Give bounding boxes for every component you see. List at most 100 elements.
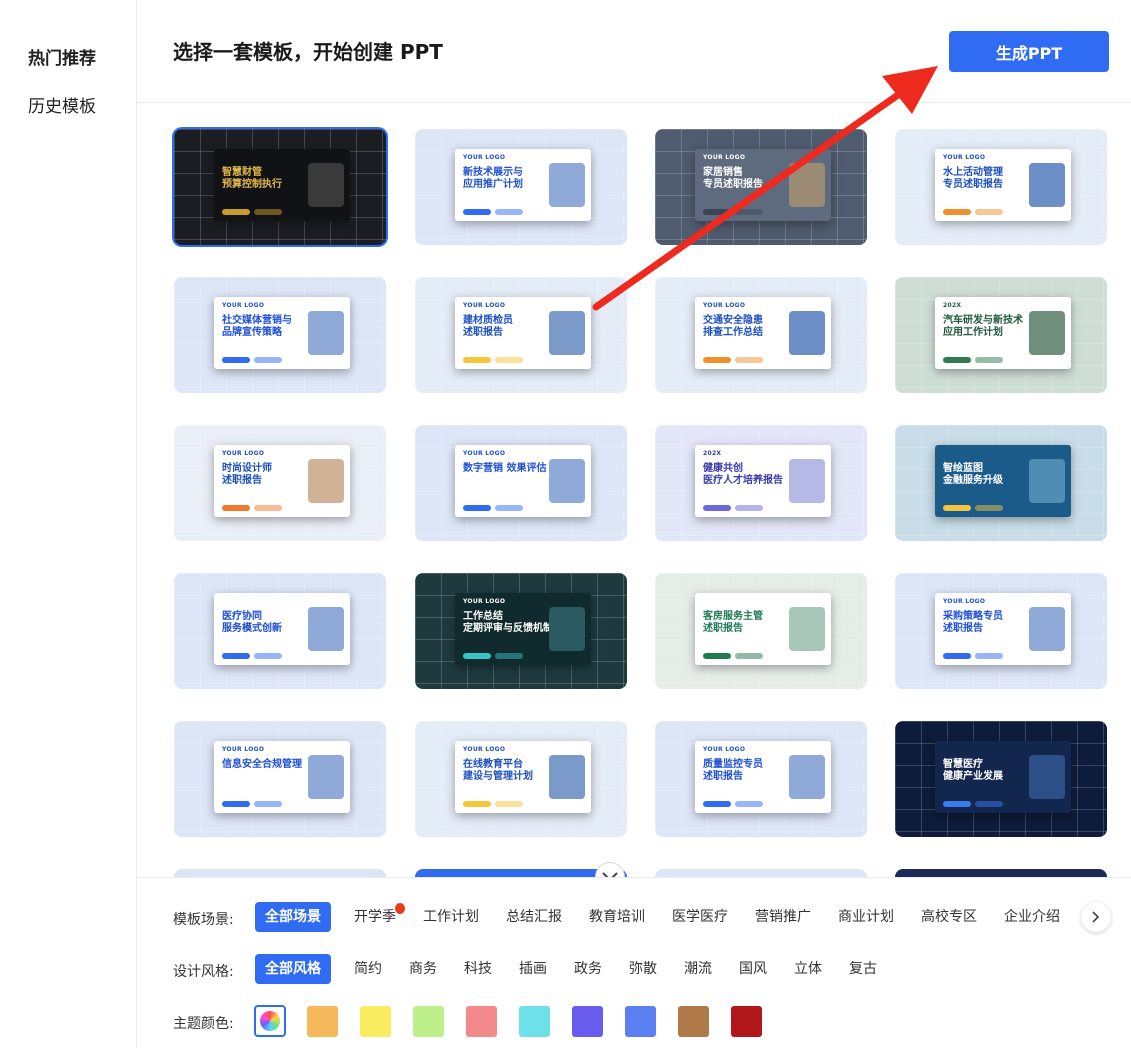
- scene-chip[interactable]: 开学季: [354, 902, 405, 932]
- template-title: 智绘蓝图 金融服务升级: [943, 463, 1003, 486]
- template-card[interactable]: 医疗协同 服务模式创新: [174, 573, 386, 689]
- scene-chip[interactable]: 企业介绍: [1004, 902, 1060, 932]
- template-photo: [789, 755, 825, 799]
- template-cover-slide: YOUR LOGO 社交媒体营销与 品牌宣传策略: [214, 297, 350, 369]
- scene-chip[interactable]: 教育培训: [589, 902, 645, 932]
- template-card[interactable]: 202X 汽车研发与新技术 应用工作计划: [895, 277, 1107, 393]
- color-swatch[interactable]: [360, 1006, 391, 1037]
- hot-badge-icon: [395, 903, 405, 914]
- template-cover-slide: 医疗协同 服务模式创新: [214, 593, 350, 665]
- template-cover-slide: 202X 汽车研发与新技术 应用工作计划: [935, 297, 1071, 369]
- template-cover-slide: YOUR LOGO 建材质检员 述职报告: [455, 297, 591, 369]
- template-card[interactable]: YOUR LOGO 数字营销 效果评估: [415, 425, 627, 541]
- template-card[interactable]: YOUR LOGO 采购策略专员 述职报告: [895, 573, 1107, 689]
- style-chip[interactable]: 弥散: [629, 954, 657, 984]
- template-pill: [975, 209, 1003, 215]
- template-card[interactable]: YOUR LOGO 新技术展示与 应用推广计划: [415, 129, 627, 245]
- template-logo: YOUR LOGO: [222, 450, 265, 457]
- color-swatch[interactable]: [572, 1006, 603, 1037]
- template-grid: 智慧财管 预算控制执行 YOUR LOGO 新技术展示与 应用推广计划 YOUR…: [137, 103, 1131, 877]
- generate-ppt-button[interactable]: 生成PPT: [949, 31, 1109, 72]
- template-card-partial[interactable]: [895, 869, 1107, 877]
- template-cover-slide: YOUR LOGO 在线教育平台 建设与管理计划: [455, 741, 591, 813]
- style-chip[interactable]: 潮流: [684, 954, 712, 984]
- template-card[interactable]: 智绘蓝图 金融服务升级: [895, 425, 1107, 541]
- template-photo: [789, 311, 825, 355]
- template-cover-slide: 202X 健康共创 医疗人才培养报告: [695, 445, 831, 517]
- template-pill: [222, 357, 250, 363]
- template-card[interactable]: YOUR LOGO 建材质检员 述职报告: [415, 277, 627, 393]
- scene-chip-label: 营销推广: [755, 909, 811, 925]
- template-title: 汽车研发与新技术 应用工作计划: [943, 315, 1023, 338]
- style-chip[interactable]: 复古: [849, 954, 877, 984]
- template-pill: [495, 505, 523, 511]
- template-card-partial[interactable]: [174, 869, 386, 877]
- template-pill: [254, 801, 282, 807]
- template-card[interactable]: YOUR LOGO 工作总结 定期评审与反馈机制: [415, 573, 627, 689]
- color-swatch[interactable]: [625, 1006, 656, 1037]
- template-card[interactable]: YOUR LOGO 在线教育平台 建设与管理计划: [415, 721, 627, 837]
- template-card[interactable]: YOUR LOGO 水上活动管理 专员述职报告: [895, 129, 1107, 245]
- template-logo: YOUR LOGO: [463, 450, 506, 457]
- scene-chip-label: 开学季: [354, 909, 396, 925]
- color-swatch[interactable]: [307, 1006, 338, 1037]
- template-card-partial[interactable]: [655, 869, 867, 877]
- scene-chip[interactable]: 商业计划: [838, 902, 894, 932]
- template-pill: [975, 801, 1003, 807]
- template-card[interactable]: YOUR LOGO 信息安全合规管理: [174, 721, 386, 837]
- chevron-right-icon: [1092, 911, 1100, 923]
- style-chip[interactable]: 立体: [794, 954, 822, 984]
- color-swatch[interactable]: [413, 1006, 444, 1037]
- template-photo: [1029, 607, 1065, 651]
- template-card[interactable]: YOUR LOGO 交通安全隐患 排查工作总结: [655, 277, 867, 393]
- scene-chip[interactable]: 营销推广: [755, 902, 811, 932]
- template-title: 在线教育平台 建设与管理计划: [463, 759, 533, 782]
- template-card[interactable]: YOUR LOGO 家居销售 专员述职报告: [655, 129, 867, 245]
- scene-chip[interactable]: 医学医疗: [672, 902, 728, 932]
- template-logo: YOUR LOGO: [222, 302, 265, 309]
- sidebar-item-hot[interactable]: 热门推荐: [28, 44, 96, 69]
- color-swatch[interactable]: [466, 1006, 497, 1037]
- template-cover-slide: YOUR LOGO 数字营销 效果评估: [455, 445, 591, 517]
- template-logo: YOUR LOGO: [222, 746, 265, 753]
- template-cover-slide: YOUR LOGO 水上活动管理 专员述职报告: [935, 149, 1071, 221]
- style-chip[interactable]: 科技: [464, 954, 492, 984]
- template-pill: [495, 653, 523, 659]
- template-card[interactable]: 智慧财管 预算控制执行: [174, 129, 386, 245]
- color-swatch[interactable]: [519, 1006, 550, 1037]
- scene-chip[interactable]: 总结汇报: [506, 902, 562, 932]
- template-card[interactable]: YOUR LOGO 质量监控专员 述职报告: [655, 721, 867, 837]
- scene-chip[interactable]: 全部场景: [255, 902, 331, 932]
- template-card[interactable]: 智慧医疗 健康产业发展: [895, 721, 1107, 837]
- template-pill: [254, 653, 282, 659]
- template-pill: [495, 209, 523, 215]
- color-swatch-all[interactable]: [254, 1005, 286, 1037]
- style-chip[interactable]: 全部风格: [255, 954, 331, 984]
- template-photo: [549, 755, 585, 799]
- style-chip[interactable]: 商务: [409, 954, 437, 984]
- scene-chip-label: 全部场景: [265, 909, 321, 925]
- style-chip[interactable]: 国风: [739, 954, 767, 984]
- template-card[interactable]: YOUR LOGO 社交媒体营销与 品牌宣传策略: [174, 277, 386, 393]
- template-photo: [308, 163, 344, 207]
- header: 选择一套模板，开始创建 PPT 生成PPT: [137, 0, 1131, 103]
- template-logo: YOUR LOGO: [943, 154, 986, 161]
- template-cover-slide: YOUR LOGO 工作总结 定期评审与反馈机制: [455, 593, 591, 665]
- sidebar-item-history[interactable]: 历史模板: [28, 92, 96, 117]
- scene-chip-label: 高校专区: [921, 909, 977, 925]
- color-swatch[interactable]: [678, 1006, 709, 1037]
- style-chip[interactable]: 简约: [354, 954, 382, 984]
- template-logo: 202X: [943, 302, 962, 309]
- template-title: 智慧财管 预算控制执行: [222, 167, 282, 190]
- scene-chip[interactable]: 工作计划: [423, 902, 479, 932]
- template-pill: [254, 357, 282, 363]
- template-card[interactable]: 202X 健康共创 医疗人才培养报告: [655, 425, 867, 541]
- color-swatch[interactable]: [731, 1006, 762, 1037]
- template-card[interactable]: 客房服务主管 述职报告: [655, 573, 867, 689]
- template-card[interactable]: YOUR LOGO 时尚设计师 述职报告: [174, 425, 386, 541]
- template-title: 水上活动管理 专员述职报告: [943, 167, 1003, 190]
- style-chip[interactable]: 政务: [574, 954, 602, 984]
- scene-next-button[interactable]: [1081, 902, 1111, 932]
- scene-chip[interactable]: 高校专区: [921, 902, 977, 932]
- style-chip[interactable]: 插画: [519, 954, 547, 984]
